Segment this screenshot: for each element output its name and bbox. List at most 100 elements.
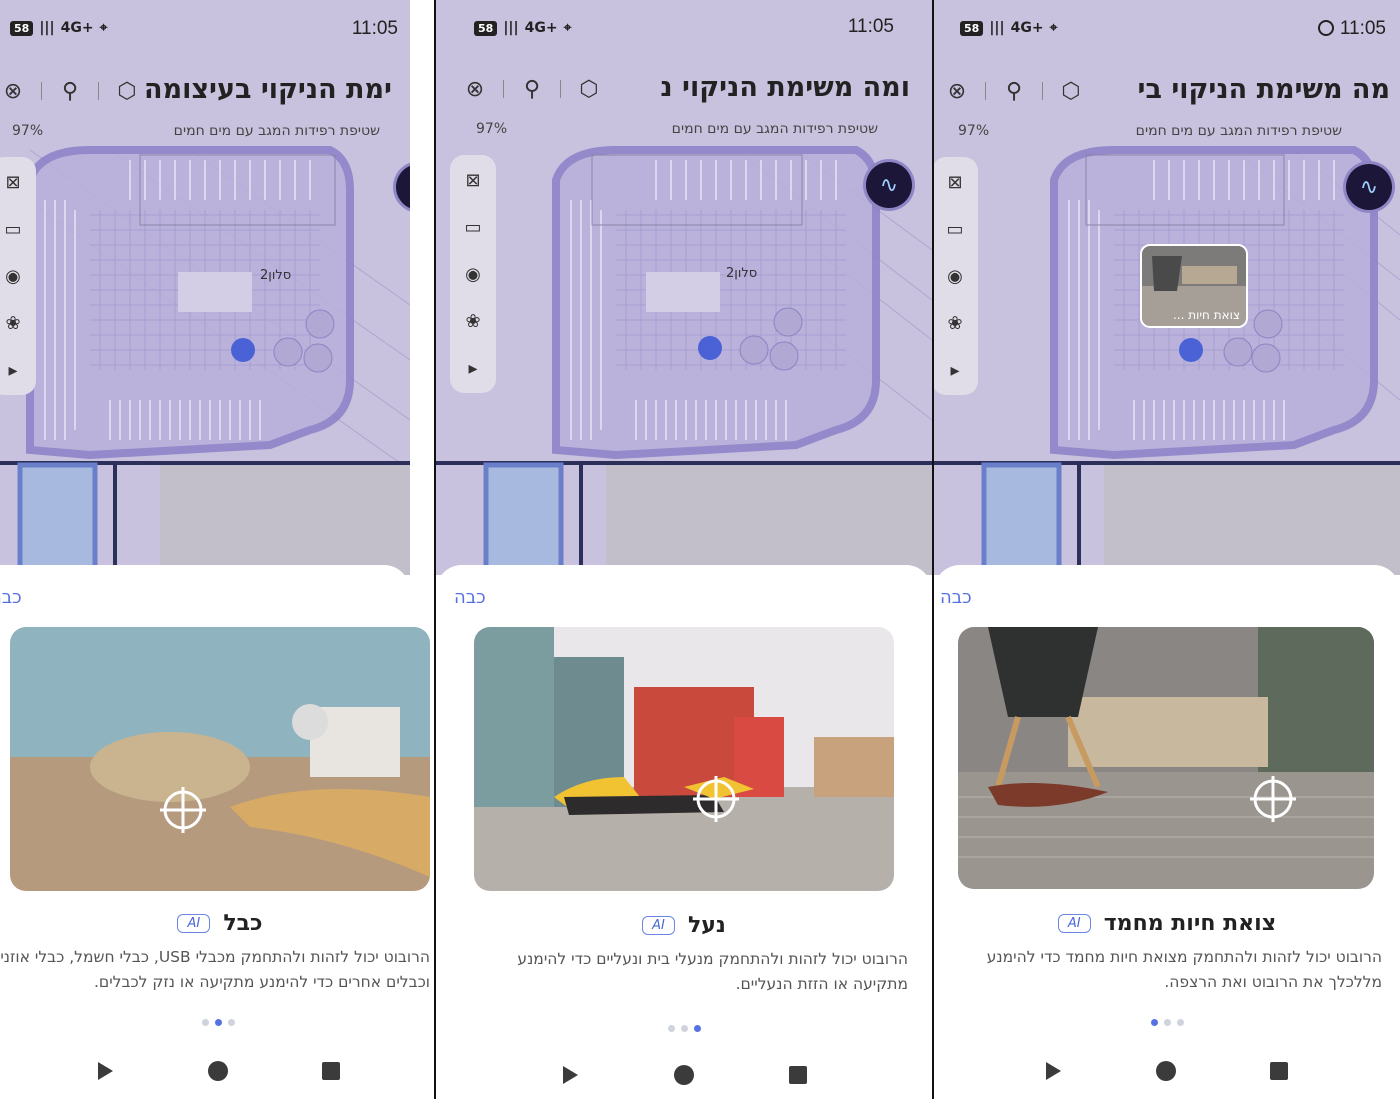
obstacle-title-row: נעל AI	[436, 913, 932, 938]
page-dot[interactable]	[680, 1025, 688, 1032]
search-icon[interactable]: ⚲	[995, 72, 1033, 110]
mission-description: שטיפת רפידות המגב עם מים חמים	[1135, 123, 1342, 139]
map-tool-rail: ⊠ ▭ ◉ ❀ ▸	[450, 155, 496, 393]
settings-icon[interactable]: ⬡	[570, 70, 608, 108]
obstacle-description: הרובוט יכול לזהות ולהתחמק מצואת חיות מחמ…	[986, 948, 1382, 991]
system-nav-bar	[436, 1063, 932, 1093]
clock: 11:05	[351, 18, 398, 39]
room-label[interactable]: סלון2	[260, 268, 291, 283]
battery-indicator: 58	[474, 20, 498, 36]
dock-icon[interactable]: ▭	[942, 212, 968, 246]
status-bar: 58 ||| 4G+ ⌖ 11:05	[436, 14, 932, 50]
network-type: 4G+	[1010, 20, 1044, 36]
obstacle-name: כבל	[223, 911, 263, 936]
mission-status: 97% שטיפת רפידות המגב עם מים חמים	[944, 122, 1390, 146]
settings-icon[interactable]: ⬡	[1052, 72, 1090, 110]
camera-icon[interactable]: ◉	[0, 259, 26, 293]
location-icon: ⌖	[563, 20, 572, 36]
back-nav-icon[interactable]	[93, 1059, 117, 1083]
play-icon[interactable]: ▸	[460, 351, 486, 385]
page-indicator	[0, 1011, 434, 1030]
back-nav-icon[interactable]	[558, 1063, 582, 1087]
close-sheet-link[interactable]: כבה	[454, 587, 486, 608]
page-dot-active[interactable]	[1150, 1019, 1158, 1026]
map-tool-rail: ⊠ ▭ ◉ ❀ ▸	[934, 157, 978, 395]
obstacle-title-row: צואת חיות מחמד AI	[934, 911, 1400, 936]
page-indicator	[934, 1011, 1400, 1030]
room-label[interactable]: סלון2	[726, 266, 757, 281]
mission-status: 97% שטיפת רפידות המגב עם מים חמים	[446, 120, 922, 144]
robot-ai-button[interactable]: ∿	[1346, 164, 1392, 210]
dock-icon[interactable]: ▭	[460, 210, 486, 244]
obstacle-photo-shoe	[474, 627, 894, 891]
area-clean-icon[interactable]: ⊠	[0, 165, 26, 199]
location-icon: ⌖	[99, 20, 108, 36]
robot-battery: 97%	[476, 121, 508, 137]
page-dot[interactable]	[1163, 1019, 1171, 1026]
app-header: ⊗ ⚲ ⬡ מה משימת הניקוי בי	[934, 66, 1400, 116]
obstacle-title-row: כבל AI	[0, 911, 434, 936]
robot-battery: 97%	[12, 123, 44, 139]
whatsapp-icon	[1317, 20, 1334, 36]
page-dot-active[interactable]	[693, 1025, 701, 1032]
clock: 11:05	[847, 16, 894, 37]
page-dot-active[interactable]	[214, 1019, 222, 1026]
app-header: ⊗ ⚲ ⬡ ימת הניקוי בעיצומה	[0, 66, 410, 116]
recents-nav-icon[interactable]	[786, 1063, 810, 1087]
recents-nav-icon[interactable]	[1267, 1059, 1291, 1083]
signal-icon: |||	[39, 20, 55, 36]
ai-badge: AI	[1057, 914, 1091, 933]
recents-nav-icon[interactable]	[319, 1059, 343, 1083]
home-nav-icon[interactable]	[1154, 1059, 1178, 1083]
page-dot[interactable]	[201, 1019, 209, 1026]
mission-status: 97% שטיפת רפידות המגב עם מים חמים	[0, 122, 400, 146]
ai-badge: AI	[177, 914, 211, 933]
home-nav-icon[interactable]	[672, 1063, 696, 1087]
map-tool-rail: ⊠ ▭ ◉ ❀ ▸	[0, 157, 36, 395]
obstacle-sheet: כבה צואת חיות מחמד AI הרובוט יכול לזהות …	[934, 565, 1400, 1099]
system-nav-bar	[0, 1059, 410, 1089]
signal-icon: |||	[989, 20, 1005, 36]
location-icon: ⌖	[1049, 20, 1058, 36]
dock-icon[interactable]: ▭	[0, 212, 26, 246]
search-icon[interactable]: ⚲	[513, 70, 551, 108]
close-sheet-link[interactable]: כבה	[0, 587, 22, 608]
obstacle-name: נעל	[687, 913, 726, 938]
area-clean-icon[interactable]: ⊠	[460, 163, 486, 197]
pet-icon[interactable]: ❀	[942, 306, 968, 340]
camera-icon[interactable]: ◉	[942, 259, 968, 293]
area-clean-icon[interactable]: ⊠	[942, 165, 968, 199]
close-icon[interactable]: ⊗	[938, 72, 976, 110]
page-title: ומה משימת הניקוי נ	[660, 72, 910, 103]
status-bar: 58 ||| 4G+ ⌖ 11:05	[934, 14, 1400, 50]
pet-icon[interactable]: ❀	[460, 304, 486, 338]
camera-icon[interactable]: ◉	[460, 257, 486, 291]
obstacle-thumbnail[interactable]: צואת חיות ...	[1140, 244, 1248, 328]
play-icon[interactable]: ▸	[942, 353, 968, 387]
page-indicator	[436, 1017, 932, 1036]
close-icon[interactable]: ⊗	[0, 72, 32, 110]
play-icon[interactable]: ▸	[0, 353, 26, 387]
obstacle-sheet: כבה כבל AI הרובוט יכול לזהות ולהת	[0, 565, 430, 1099]
network-type: 4G+	[524, 20, 558, 36]
screenshot-panel-3: צואת חיות ... 58 ||| 4G+ ⌖ 11:05 ⊗ ⚲ ⬡ מ…	[934, 0, 1400, 1099]
mission-description: שטיפת רפידות המגב עם מים חמים	[173, 123, 380, 139]
page-dot[interactable]	[227, 1019, 235, 1026]
search-icon[interactable]: ⚲	[51, 72, 89, 110]
obstacle-photo-cable	[10, 627, 430, 891]
back-nav-icon[interactable]	[1041, 1059, 1065, 1083]
home-nav-icon[interactable]	[206, 1059, 230, 1083]
page-dot[interactable]	[667, 1025, 675, 1032]
robot-ai-button[interactable]: ∿	[866, 162, 912, 208]
page-dot[interactable]	[1176, 1019, 1184, 1026]
app-header: ⊗ ⚲ ⬡ ומה משימת הניקוי נ	[436, 64, 932, 114]
settings-icon[interactable]: ⬡	[108, 72, 146, 110]
pet-icon[interactable]: ❀	[0, 306, 26, 340]
obstacle-sheet: כבה נעל AI הרובוט יכול לזהות ולהתחמק מנע…	[436, 565, 932, 1099]
app-top-dimmed: צואת חיות ... 58 ||| 4G+ ⌖ 11:05 ⊗ ⚲ ⬡ מ…	[934, 0, 1400, 575]
clock: 11:05	[1317, 18, 1386, 40]
page-title: מה משימת הניקוי בי	[1137, 74, 1390, 105]
close-icon[interactable]: ⊗	[456, 70, 494, 108]
close-sheet-link[interactable]: כבה	[940, 587, 972, 608]
status-bar: 58 ||| 4G+ ⌖ 11:05	[0, 14, 410, 50]
